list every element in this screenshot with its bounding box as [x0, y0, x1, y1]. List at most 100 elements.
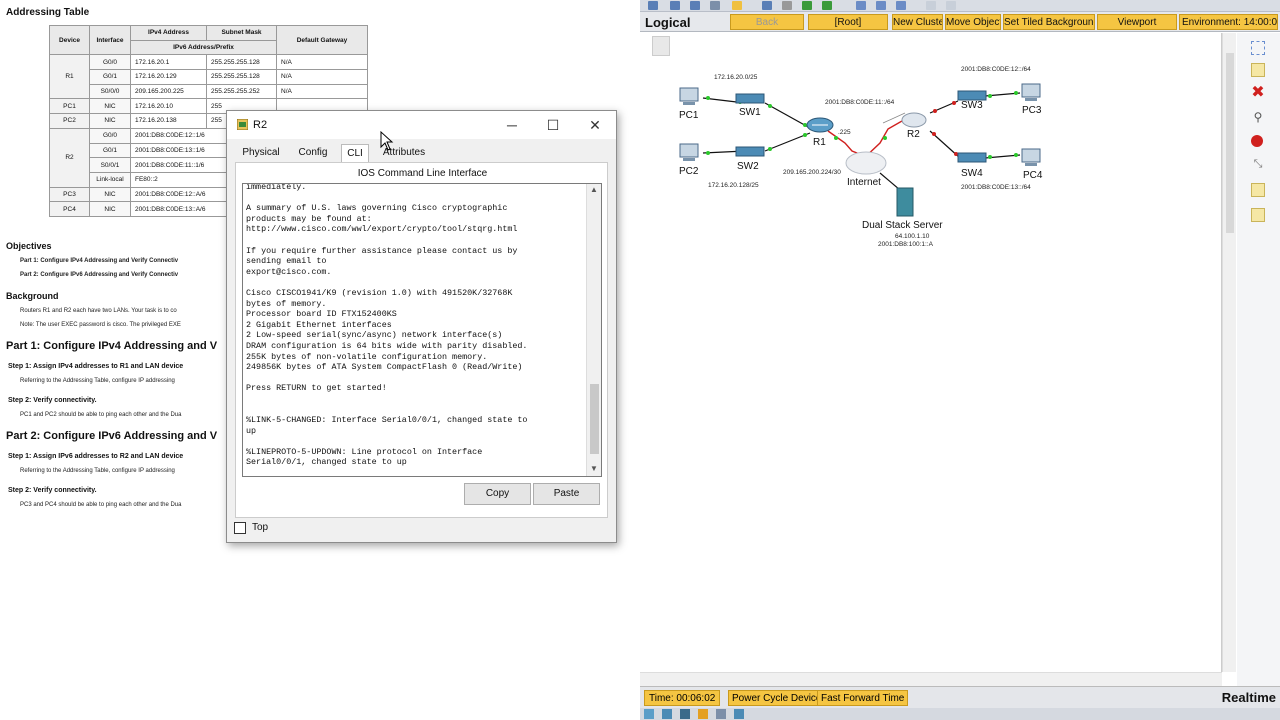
back-button[interactable]: Back [730, 14, 804, 30]
pc4-icon[interactable] [1021, 148, 1041, 166]
lan4-network-label: 2001:DB8:C0DE:13::/64 [961, 184, 1031, 191]
copy-button[interactable]: Copy [464, 483, 531, 505]
part1-step1: Step 1: Assign IPv4 addresses to R1 and … [8, 363, 184, 370]
objective-part1: Part 1: Configure IPv4 Addressing and Ve… [20, 258, 179, 264]
add-simple-pdu-icon[interactable] [1251, 183, 1265, 197]
cell-address: 172.16.20.138 [130, 113, 207, 129]
background-line2: Note: The user EXEC password is cisco. T… [20, 322, 181, 328]
cli-terminal[interactable]: immediately. A summary of U.S. laws gove… [242, 183, 602, 477]
note-icon[interactable] [1251, 63, 1265, 77]
hubs-icon[interactable] [680, 709, 690, 719]
server-label: Dual Stack Server [862, 220, 943, 231]
cell-interface: S0/0/1 [89, 157, 131, 173]
pc3-icon[interactable] [1021, 83, 1041, 101]
open-file-icon[interactable] [670, 1, 680, 10]
background-heading: Background [6, 291, 59, 301]
tab-cli[interactable]: CLI [341, 144, 369, 162]
lan1-network-label: 172.16.20.0/25 [714, 74, 758, 81]
wireless-devices-icon[interactable] [734, 709, 744, 719]
addressing-table-title: Addressing Table [6, 7, 90, 18]
top-checkbox[interactable] [234, 522, 246, 534]
select-icon[interactable] [1251, 41, 1265, 55]
dialog-title: R2 [253, 119, 268, 131]
table-row: G0/1 172.16.20.129 255.255.255.128 N/A [50, 69, 368, 85]
network-info-icon[interactable] [762, 1, 772, 10]
dialog-titlebar[interactable]: R2 ─ ☐ ✕ [227, 111, 616, 139]
set-tiled-background-button[interactable]: Set Tiled Background [1003, 14, 1095, 30]
maximize-button[interactable]: ☐ [538, 115, 568, 135]
col-ipv6: IPv6 Address/Prefix [130, 39, 277, 56]
paste-button[interactable]: Paste [533, 483, 600, 505]
end-devices-icon[interactable] [716, 709, 726, 719]
print-icon[interactable] [710, 1, 720, 10]
undo-icon[interactable] [822, 1, 832, 10]
logical-workspace[interactable]: PC1 PC2 SW1 SW2 R1 R2 SW3 SW4 PC3 PC4 In… [640, 33, 1222, 672]
new-cluster-button[interactable]: New Cluster [892, 14, 943, 30]
sw4-icon[interactable] [957, 152, 987, 163]
realtime-mode-label[interactable]: Realtime [1222, 690, 1276, 705]
r2-wan-network-label: 2001:DB8:C0DE:11::/64 [825, 99, 895, 106]
r1-icon[interactable] [806, 117, 834, 133]
minimize-button[interactable]: ─ [497, 115, 527, 135]
cell-interface: G0/1 [89, 142, 131, 159]
cell-device: PC1 [49, 98, 90, 115]
server-icon[interactable] [896, 187, 914, 217]
close-button[interactable]: ✕ [580, 115, 610, 135]
status-bar: Time: 00:06:02 Power Cycle Devices Fast … [640, 686, 1280, 708]
draw-ellipse-icon[interactable] [1251, 135, 1263, 147]
environment-button[interactable]: Environment: 14:00:0 [1179, 14, 1278, 30]
viewport-button[interactable]: Viewport [1097, 14, 1177, 30]
switches-icon[interactable] [662, 709, 672, 719]
part1-step2: Step 2: Verify connectivity. [8, 397, 97, 404]
r2-icon[interactable] [901, 112, 927, 128]
root-button[interactable]: [Root] [808, 14, 888, 30]
scroll-down-icon[interactable]: ▼ [590, 464, 598, 473]
cell-mask: 255.255.255.252 [206, 83, 277, 100]
tab-physical[interactable]: Physical [237, 144, 285, 162]
col-interface: Interface [89, 24, 131, 56]
cli-scrollbar[interactable]: ▲ ▼ [586, 184, 601, 476]
pc1-icon[interactable] [679, 87, 699, 105]
sw2-icon[interactable] [735, 146, 765, 157]
col-ipv4: IPv4 Address [130, 25, 207, 41]
pc2-icon[interactable] [679, 143, 699, 161]
topology-diagram [679, 83, 1041, 217]
workspace-vertical-scrollbar[interactable] [1222, 33, 1236, 672]
sw3-icon[interactable] [957, 90, 987, 101]
inspect-icon[interactable]: ⚲ [1251, 110, 1265, 124]
wizard-icon[interactable] [732, 1, 742, 10]
internet-cloud-icon[interactable] [845, 151, 887, 175]
cell-interface: NIC [89, 113, 131, 129]
palette-icon[interactable] [926, 1, 936, 10]
connections-icon[interactable] [698, 709, 708, 719]
fast-forward-time-button[interactable]: Fast Forward Time [817, 690, 909, 706]
resize-shape-icon[interactable]: ⤡ [1251, 158, 1265, 172]
cell-interface: NIC [89, 186, 131, 203]
cell-address: 209.165.200.225 [130, 83, 207, 100]
save-icon[interactable] [690, 1, 700, 10]
col-device: Device [49, 24, 90, 56]
objective-part2: Part 2: Configure IPv6 Addressing and Ve… [20, 272, 179, 278]
lan2-network-label: 172.16.20.128/25 [708, 182, 759, 189]
power-cycle-devices-button[interactable]: Power Cycle Devices [728, 690, 831, 706]
delete-icon[interactable]: ✖ [1251, 85, 1265, 101]
zoom-out-icon[interactable] [896, 1, 906, 10]
workspace-horizontal-scrollbar[interactable] [640, 672, 1222, 686]
part2-step2-text: PC3 and PC4 should be able to ping each … [20, 502, 182, 508]
tab-config[interactable]: Config [291, 144, 335, 162]
copy-icon[interactable] [782, 1, 792, 10]
r1-label: R1 [813, 137, 826, 148]
cell-gateway: N/A [276, 83, 368, 100]
sw1-icon[interactable] [735, 93, 765, 104]
add-complex-pdu-icon[interactable] [1251, 208, 1265, 222]
paste-icon[interactable] [802, 1, 812, 10]
scroll-up-icon[interactable]: ▲ [590, 185, 598, 194]
part1-step1-text: Referring to the Addressing Table, confi… [20, 378, 175, 384]
new-file-icon[interactable] [648, 1, 658, 10]
move-object-button[interactable]: Move Object [945, 14, 1001, 30]
zoom-reset-icon[interactable] [876, 1, 886, 10]
routers-icon[interactable] [644, 709, 654, 719]
cell-mask: 255.255.255.128 [206, 54, 277, 71]
zoom-in-icon[interactable] [856, 1, 866, 10]
custom-device-icon[interactable] [946, 1, 956, 10]
